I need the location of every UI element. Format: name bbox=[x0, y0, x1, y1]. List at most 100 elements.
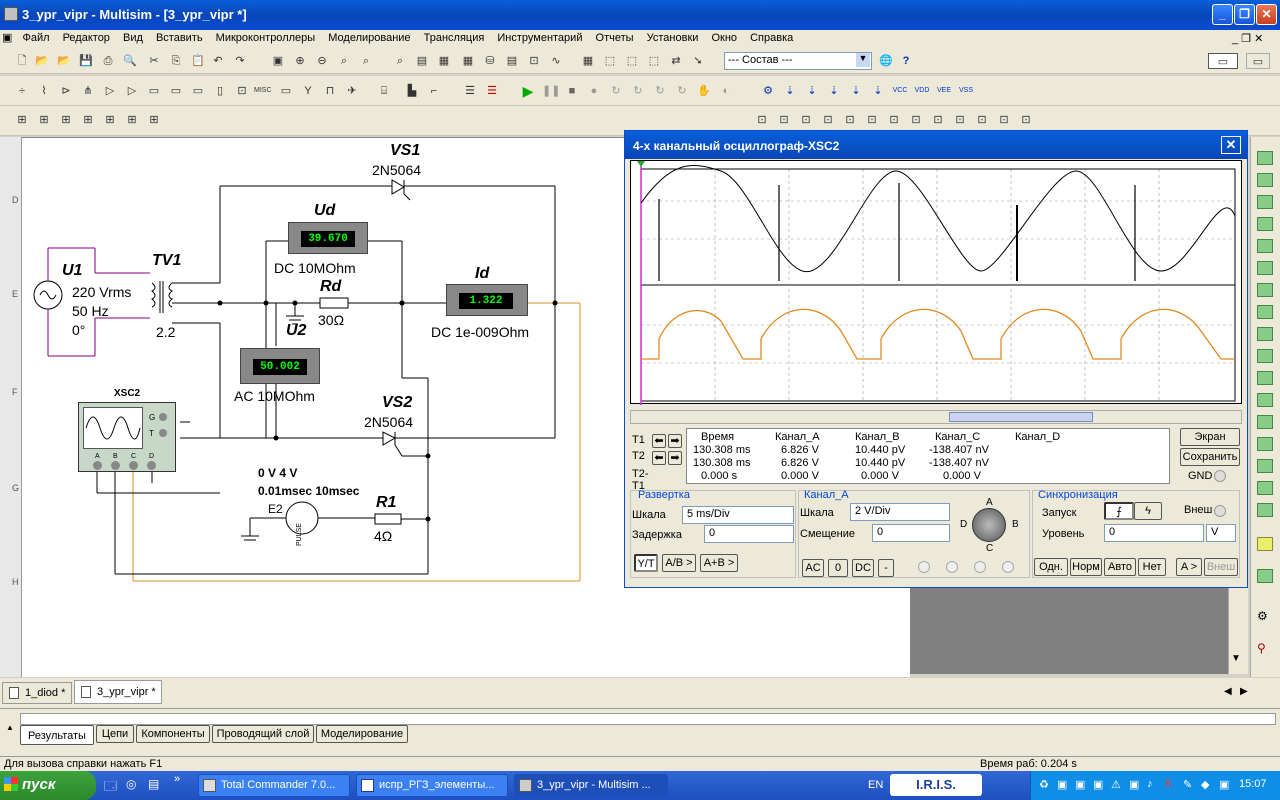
probe-icon[interactable]: ✋ bbox=[696, 83, 712, 99]
dc-coupling-button[interactable]: DC bbox=[852, 559, 874, 577]
basic-icon[interactable]: ⌇ bbox=[36, 83, 52, 99]
screen-button[interactable]: Экран bbox=[1180, 428, 1240, 446]
t1-right-arrow[interactable]: ➡ bbox=[668, 434, 682, 448]
probe-e-icon[interactable]: ⇣ bbox=[870, 83, 886, 99]
gnd-connector[interactable] bbox=[1214, 470, 1226, 482]
print-preview-icon[interactable]: 🔍 bbox=[122, 53, 138, 69]
paste-icon[interactable]: 📋 bbox=[190, 53, 206, 69]
tab-components[interactable]: Компоненты bbox=[136, 725, 210, 743]
function-gen-icon[interactable] bbox=[1257, 173, 1273, 187]
ttl-icon[interactable]: ▷ bbox=[124, 83, 140, 99]
vcc-icon[interactable]: ⚙ bbox=[760, 83, 776, 99]
switch-icon[interactable]: ▭ bbox=[1246, 53, 1270, 69]
t1-left-arrow[interactable]: ⬅ bbox=[652, 434, 666, 448]
tray-icon-7[interactable]: ♪ bbox=[1147, 778, 1153, 790]
scope-scroll-thumb[interactable] bbox=[949, 412, 1093, 422]
zero-coupling-button[interactable]: 0 bbox=[828, 559, 848, 577]
multimeter-icon[interactable] bbox=[1257, 151, 1273, 165]
misc-digital-icon[interactable]: ▭ bbox=[168, 83, 184, 99]
radio-3[interactable] bbox=[974, 561, 986, 573]
maximize-button[interactable]: ❐ bbox=[1234, 4, 1255, 25]
menu-transfer[interactable]: Трансляция bbox=[419, 31, 490, 45]
instrument11-icon[interactable]: ⊡ bbox=[974, 112, 990, 128]
virtual-analog-icon[interactable]: ⊞ bbox=[102, 112, 118, 128]
current-probe-icon[interactable]: ⚲ bbox=[1257, 641, 1266, 655]
vee-probe-icon[interactable]: VEE bbox=[936, 83, 952, 99]
grapher2-icon[interactable]: ⊡ bbox=[526, 53, 542, 69]
word-gen-icon[interactable] bbox=[1257, 305, 1273, 319]
quicklaunch-ie-icon[interactable]: ◎ bbox=[126, 777, 136, 791]
spreadsheet-icon[interactable]: ▦ bbox=[460, 53, 476, 69]
step2-icon[interactable]: ↻ bbox=[608, 83, 624, 99]
ac-coupling-button[interactable]: AC bbox=[802, 559, 824, 577]
menu-insert[interactable]: Вставить bbox=[151, 31, 208, 45]
save-icon[interactable]: 💾 bbox=[78, 53, 94, 69]
logic-analyzer-icon[interactable] bbox=[1257, 327, 1273, 341]
scroll-down-icon[interactable]: ▼ bbox=[1231, 653, 1241, 664]
menu-edit[interactable]: Редактор bbox=[58, 31, 115, 45]
iv-analyzer-icon[interactable] bbox=[1257, 371, 1273, 385]
probe-b-icon[interactable]: ⇣ bbox=[804, 83, 820, 99]
wire-icon[interactable]: ⌐ bbox=[426, 83, 442, 99]
probe-a-icon[interactable]: ⇣ bbox=[782, 83, 798, 99]
instrument2-icon[interactable]: ⊡ bbox=[776, 112, 792, 128]
task-multisim[interactable]: 3_ypr_vipr - Multisim ... bbox=[514, 774, 668, 797]
navigate-icon[interactable]: ➘ bbox=[690, 53, 706, 69]
xsc2-scope-symbol[interactable]: G T A B C D bbox=[78, 402, 176, 472]
virtual-misc-icon[interactable]: ⊞ bbox=[124, 112, 140, 128]
task-total-commander[interactable]: Total Commander 7.0... bbox=[198, 774, 350, 797]
sweep-scale-input[interactable]: 5 ms/Div bbox=[682, 506, 794, 524]
trigger-level-unit[interactable]: V bbox=[1206, 524, 1236, 542]
mdi-controls[interactable]: _ ❐ ✕ bbox=[1232, 32, 1263, 45]
channel-selector-knob[interactable] bbox=[972, 508, 1006, 542]
simulate-switch-icon[interactable]: ▭ bbox=[1208, 53, 1238, 69]
ud-voltmeter[interactable]: 39.670 bbox=[288, 222, 368, 254]
doc-icon[interactable]: ▣ bbox=[0, 30, 14, 45]
start-button[interactable]: пуск bbox=[0, 771, 96, 800]
tray-icon-11[interactable]: ▣ bbox=[1219, 778, 1229, 791]
cmos-icon[interactable]: ▭ bbox=[146, 83, 162, 99]
bode-icon[interactable] bbox=[1257, 261, 1273, 275]
menu-mcu[interactable]: Микроконтроллеры bbox=[211, 31, 321, 45]
quicklaunch-icon[interactable]: 🗔 bbox=[104, 777, 117, 798]
measurement-probe-icon[interactable] bbox=[1257, 569, 1273, 583]
normal-button[interactable]: Норм bbox=[1070, 558, 1102, 576]
language-indicator[interactable]: EN bbox=[868, 779, 883, 791]
trigger-level-input[interactable]: 0 bbox=[1104, 524, 1204, 542]
tab-3-ypr-vipr[interactable]: 3_ypr_vipr * bbox=[74, 680, 162, 704]
channel-offset-input[interactable]: 0 bbox=[872, 524, 950, 542]
network-analyzer-icon[interactable] bbox=[1257, 437, 1273, 451]
menu-view[interactable]: Вид bbox=[118, 31, 148, 45]
instrument3-icon[interactable]: ⊡ bbox=[798, 112, 814, 128]
a-plus-b-button[interactable]: A+B > bbox=[700, 554, 738, 572]
vss-probe-icon[interactable]: VSS bbox=[958, 83, 974, 99]
wattmeter-icon[interactable] bbox=[1257, 195, 1273, 209]
virtual-source-icon[interactable]: ⊞ bbox=[14, 112, 30, 128]
id-ammeter[interactable]: 1.322 bbox=[446, 284, 528, 316]
menu-help[interactable]: Справка bbox=[745, 31, 798, 45]
zoom-area-icon[interactable]: ⌕ bbox=[336, 53, 352, 69]
zoom-out-icon[interactable]: ⊖ bbox=[314, 53, 330, 69]
bus-icon[interactable]: ▙ bbox=[404, 83, 420, 99]
find-icon[interactable]: ⌕ bbox=[392, 53, 408, 69]
probe-c-icon[interactable]: ⇣ bbox=[826, 83, 842, 99]
quicklaunch-more-icon[interactable]: » bbox=[174, 773, 180, 785]
radio-2[interactable] bbox=[946, 561, 958, 573]
virtual-diode-icon[interactable]: ⊞ bbox=[58, 112, 74, 128]
erc-icon[interactable]: ▦ bbox=[580, 53, 596, 69]
rf-icon[interactable]: Y bbox=[300, 83, 316, 99]
virtual-transistor-icon[interactable]: ⊞ bbox=[80, 112, 96, 128]
none-button[interactable]: Нет bbox=[1138, 558, 1166, 576]
auto-button[interactable]: Авто bbox=[1104, 558, 1136, 576]
open-icon[interactable]: 📂 bbox=[34, 53, 50, 69]
t2-left-arrow[interactable]: ⬅ bbox=[652, 451, 666, 465]
list2-icon[interactable]: ☰ bbox=[484, 83, 500, 99]
toggle-icon[interactable]: ▦ bbox=[436, 53, 452, 69]
tray-icon-9[interactable]: ✎ bbox=[1183, 778, 1192, 791]
stop-icon[interactable]: ■ bbox=[564, 83, 580, 99]
advanced-periph-icon[interactable]: ▭ bbox=[278, 83, 294, 99]
distortion-icon[interactable] bbox=[1257, 393, 1273, 407]
electromech-icon[interactable]: ⊓ bbox=[322, 83, 338, 99]
tray-icon-10[interactable]: ◆ bbox=[1201, 778, 1209, 791]
close-button[interactable]: ✕ bbox=[1256, 4, 1277, 25]
